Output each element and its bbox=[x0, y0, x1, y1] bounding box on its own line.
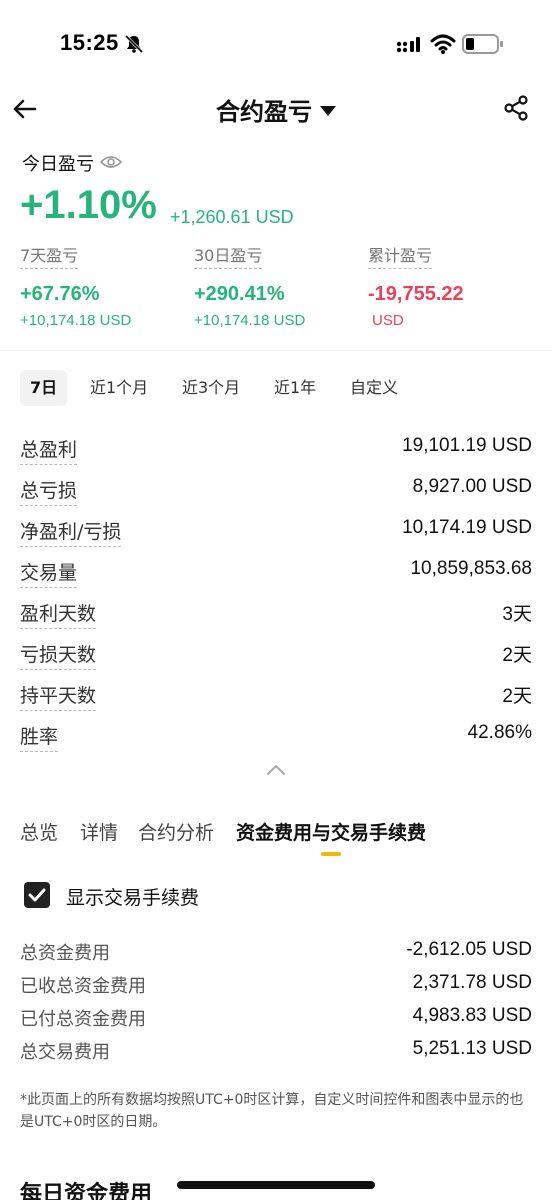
show-fees-checkbox[interactable] bbox=[24, 882, 50, 908]
wifi-icon bbox=[430, 34, 456, 54]
stat-cumulative: 累计盈亏 -19,755.22 USD bbox=[368, 242, 538, 329]
summary-row: 盈利天数 3天 bbox=[20, 599, 532, 629]
status-bar: 15:25 bbox=[0, 0, 552, 88]
fee-value: 4,983.83 USD bbox=[412, 1005, 532, 1026]
summary-value: 2天 bbox=[502, 645, 532, 666]
fee-row: 已收总资金费用 2,371.78 USD bbox=[20, 972, 532, 1000]
fee-row: 总交易费用 5,251.13 USD bbox=[20, 1038, 532, 1066]
period-tab-1m[interactable]: 近1个月 bbox=[90, 370, 148, 406]
tab-overview[interactable]: 总览 bbox=[20, 818, 58, 845]
fee-value: -2,612.05 USD bbox=[406, 939, 532, 960]
summary-row: 总盈利 19,101.19 USD bbox=[20, 435, 532, 465]
summary-label[interactable]: 亏损天数 bbox=[20, 640, 97, 670]
summary-label[interactable]: 持平天数 bbox=[20, 681, 97, 711]
summary-value: 19,101.19 USD bbox=[402, 435, 532, 456]
summary-value: 10,174.19 USD bbox=[402, 517, 532, 538]
fee-value: 5,251.13 USD bbox=[412, 1038, 532, 1059]
fee-value: 2,371.78 USD bbox=[412, 972, 532, 993]
home-indicator bbox=[177, 1181, 375, 1189]
summary-label[interactable]: 总盈利 bbox=[20, 435, 78, 465]
summary-label[interactable]: 净盈利/亏损 bbox=[20, 517, 122, 547]
summary-value: 8,927.00 USD bbox=[412, 476, 532, 497]
status-time: 15:25 bbox=[60, 30, 119, 55]
tab-contract-analysis[interactable]: 合约分析 bbox=[138, 818, 214, 845]
bell-muted-icon bbox=[124, 34, 144, 54]
daily-funding-heading: 每日资金费用 bbox=[20, 1182, 153, 1200]
stat-label[interactable]: 累计盈亏 bbox=[368, 242, 433, 269]
summary-label[interactable]: 交易量 bbox=[20, 558, 78, 588]
summary-row: 交易量 10,859,853.68 bbox=[20, 558, 532, 588]
page-title-dropdown[interactable]: 合约盈亏 bbox=[0, 92, 552, 127]
summary-value: 10,859,853.68 bbox=[410, 558, 532, 579]
fee-row: 已付总资金费用 4,983.83 USD bbox=[20, 1005, 532, 1033]
battery-icon bbox=[462, 34, 503, 54]
stat-value: -19,755.22 bbox=[368, 283, 464, 305]
nav-bar: 合约盈亏 bbox=[0, 88, 552, 130]
fee-row: 总资金费用 -2,612.05 USD bbox=[20, 939, 532, 967]
today-pnl-label: 今日盈亏 bbox=[22, 154, 94, 175]
chevron-up-icon[interactable] bbox=[264, 760, 288, 780]
stat-usd: +10,174.18 USD bbox=[20, 312, 132, 329]
eye-icon[interactable] bbox=[100, 154, 122, 170]
period-tab-3m[interactable]: 近3个月 bbox=[182, 370, 240, 406]
summary-row: 胜率 42.86% bbox=[20, 722, 532, 752]
stat-label: 30日盈亏 bbox=[194, 242, 263, 269]
summary-row: 总亏损 8,927.00 USD bbox=[20, 476, 532, 506]
stat-usd: +10,174.18 USD bbox=[194, 312, 306, 329]
section-divider bbox=[0, 350, 552, 351]
caret-down-icon bbox=[320, 106, 336, 116]
summary-value: 42.86% bbox=[467, 722, 532, 743]
summary-label[interactable]: 胜率 bbox=[20, 722, 59, 752]
fee-label: 已付总资金费用 bbox=[20, 1009, 146, 1030]
show-fees-label[interactable]: 显示交易手续费 bbox=[66, 883, 199, 910]
fee-label: 总交易费用 bbox=[20, 1042, 110, 1063]
summary-row: 亏损天数 2天 bbox=[20, 640, 532, 670]
summary-row: 净盈利/亏损 10,174.19 USD bbox=[20, 517, 532, 547]
fee-label: 已收总资金费用 bbox=[20, 976, 146, 997]
tab-details[interactable]: 详情 bbox=[80, 818, 118, 845]
page-title: 合约盈亏 bbox=[216, 98, 312, 126]
summary-value: 3天 bbox=[502, 604, 532, 625]
summary-label[interactable]: 盈利天数 bbox=[20, 599, 97, 629]
today-pnl-usd: +1,260.61 USD bbox=[170, 207, 294, 227]
stat-unit: USD bbox=[372, 312, 404, 329]
fee-label: 总资金费用 bbox=[20, 943, 110, 964]
stat-30d: 30日盈亏 +290.41% +10,174.18 USD bbox=[194, 242, 364, 329]
summary-label[interactable]: 总亏损 bbox=[20, 476, 78, 506]
signal-icon bbox=[396, 37, 420, 53]
period-tab-1y[interactable]: 近1年 bbox=[274, 370, 316, 406]
summary-value: 2天 bbox=[502, 686, 532, 707]
share-icon[interactable] bbox=[502, 94, 530, 122]
tab-funding-fees[interactable]: 资金费用与交易手续费 bbox=[236, 818, 426, 845]
stat-label: 7天盈亏 bbox=[20, 242, 79, 269]
period-tab-custom[interactable]: 自定义 bbox=[350, 370, 398, 406]
period-tab-7d[interactable]: 7日 bbox=[20, 370, 68, 406]
timezone-footnote: *此页面上的所有数据均按照UTC+0时区计算，自定义时间控件和图表中显示的也是U… bbox=[20, 1092, 524, 1130]
summary-row: 持平天数 2天 bbox=[20, 681, 532, 711]
section-tabs: 总览 详情 合约分析 资金费用与交易手续费 bbox=[20, 818, 540, 862]
stat-percent: +67.76% bbox=[20, 283, 100, 305]
today-pnl-percent: +1.10% bbox=[20, 183, 157, 227]
active-tab-indicator bbox=[321, 852, 341, 856]
stat-7d: 7天盈亏 +67.76% +10,174.18 USD bbox=[20, 242, 190, 329]
stat-percent: +290.41% bbox=[194, 283, 285, 305]
